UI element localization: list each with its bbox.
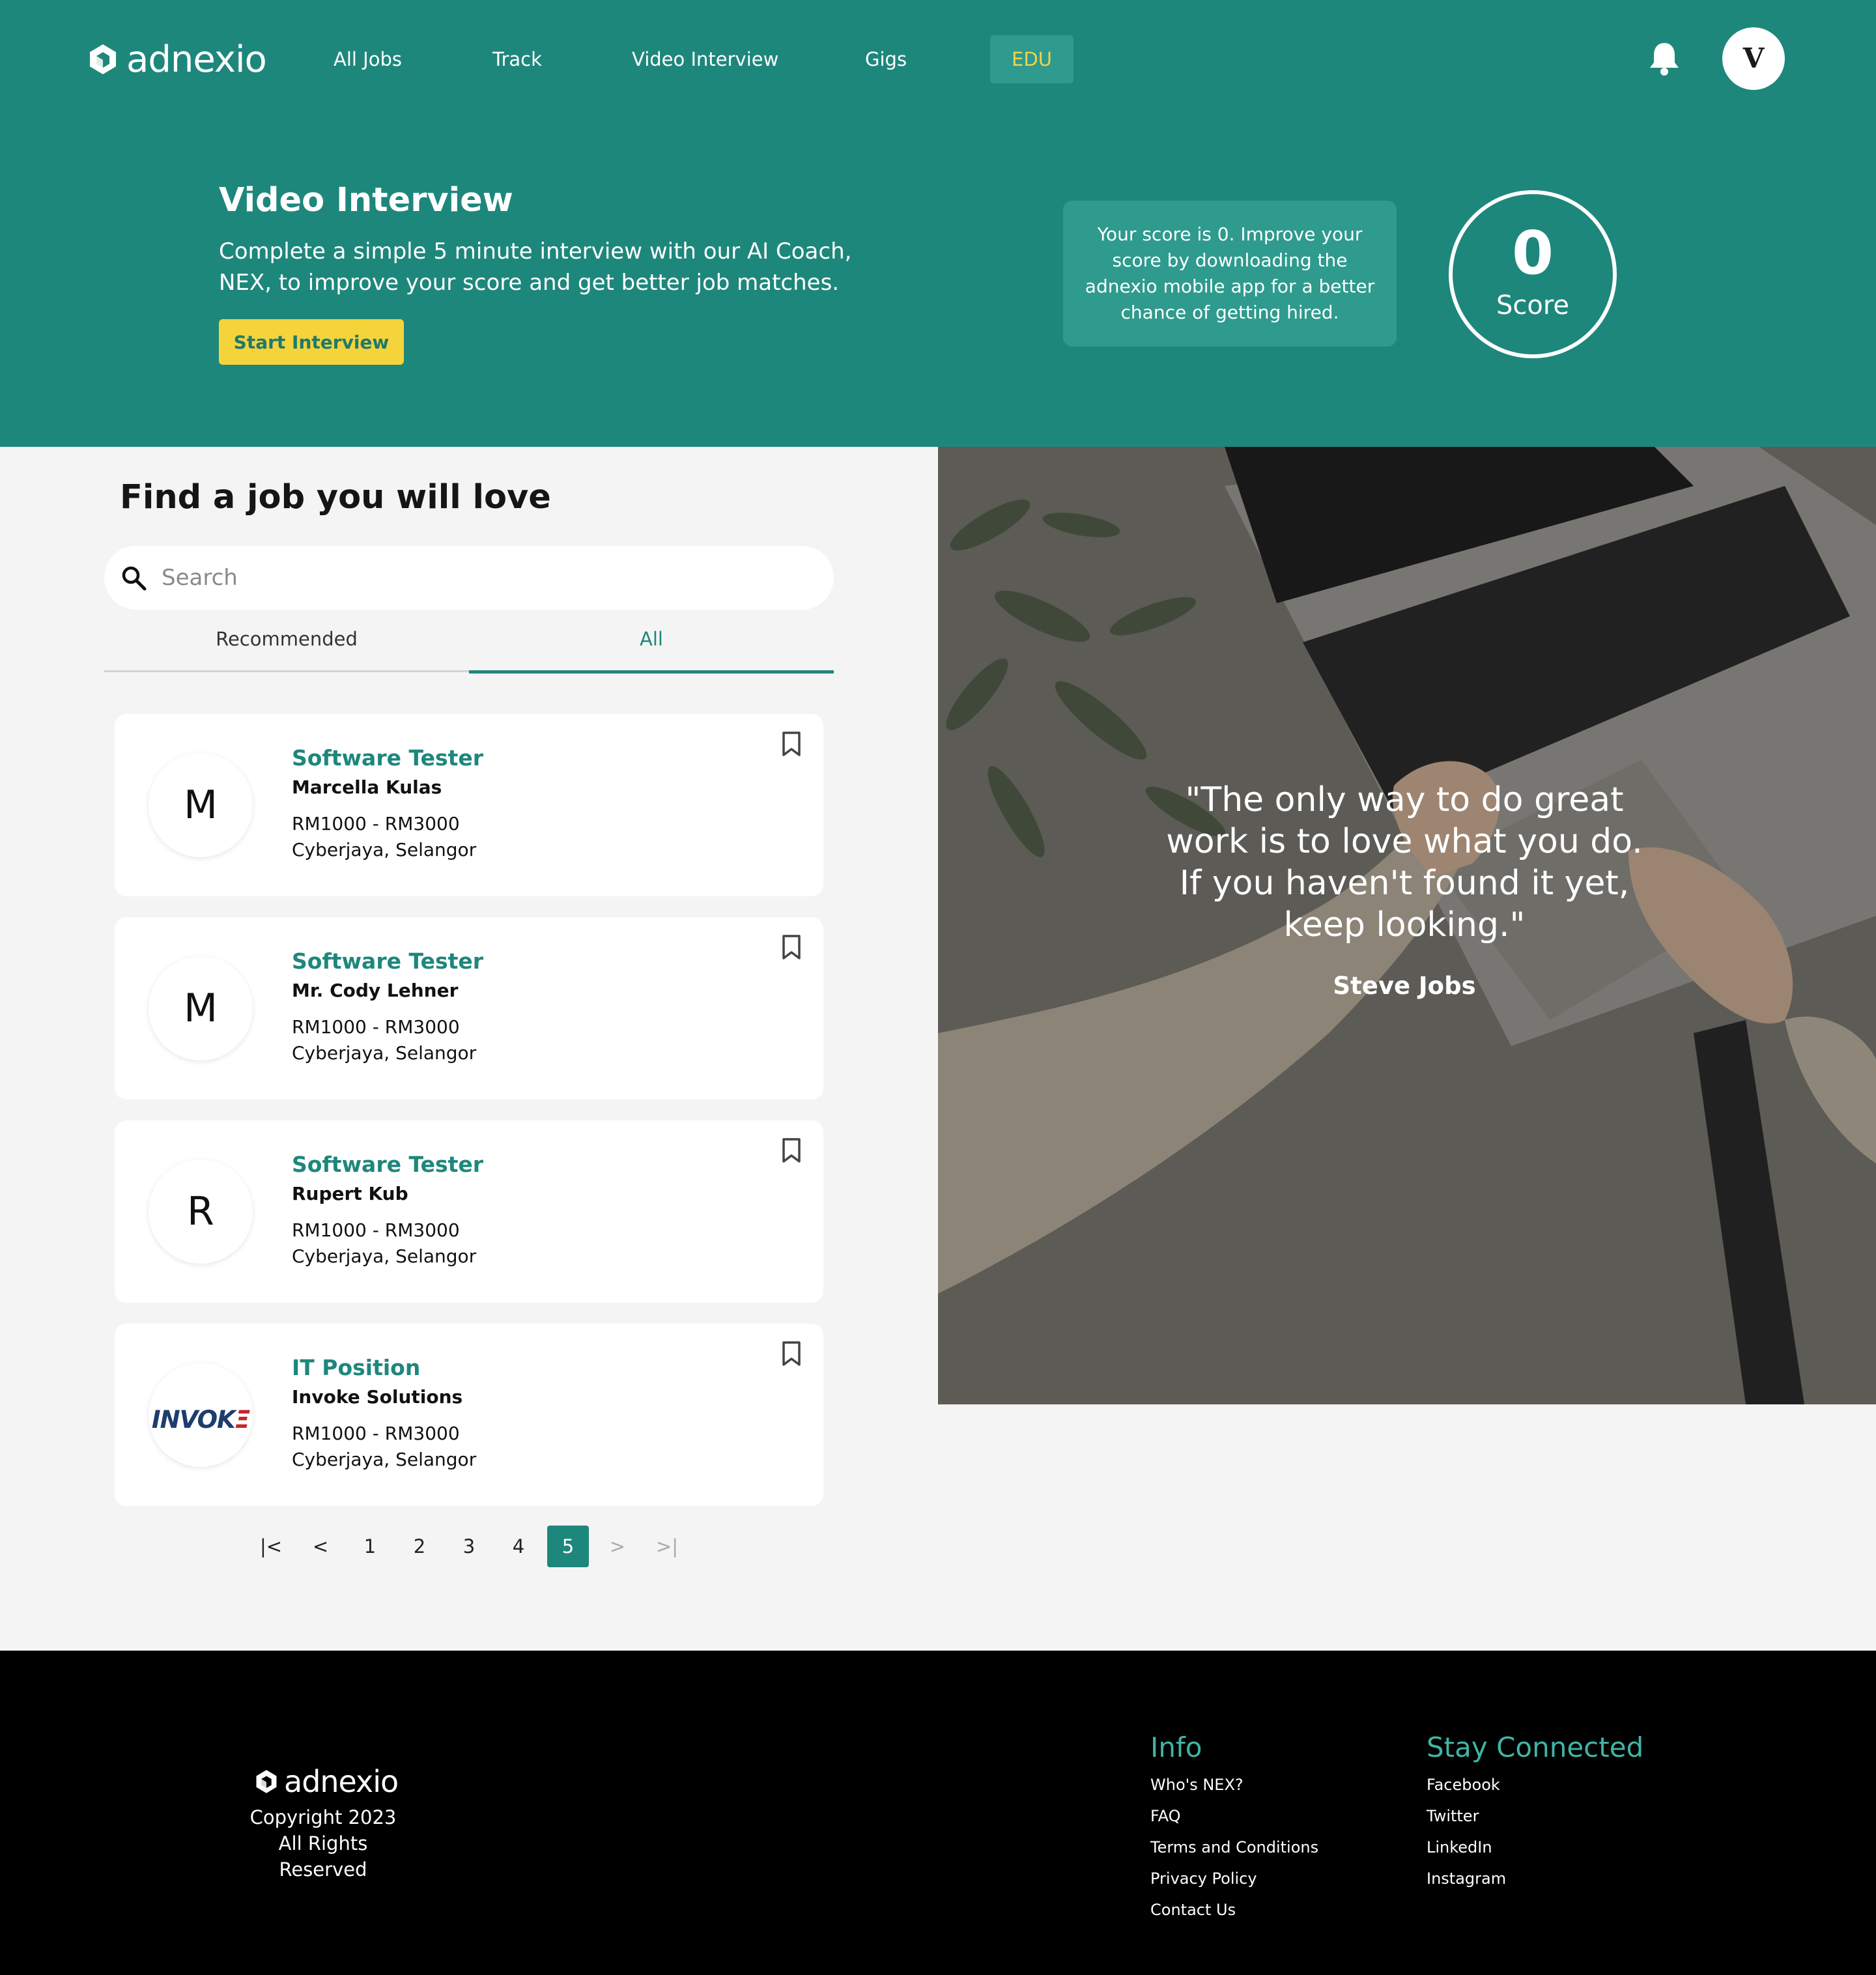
page-button[interactable]: 1: [349, 1526, 391, 1567]
bookmark-icon[interactable]: [780, 934, 803, 960]
bookmark-icon[interactable]: [780, 1137, 803, 1163]
score-label: Score: [1496, 291, 1570, 320]
tab-recommended[interactable]: Recommended: [104, 619, 469, 672]
start-interview-button[interactable]: Start Interview: [219, 319, 404, 365]
footer-link-instagram[interactable]: Instagram: [1427, 1869, 1506, 1888]
score-note: Your score is 0. Improve your score by d…: [1063, 201, 1397, 347]
footer-link-faq[interactable]: FAQ: [1150, 1807, 1181, 1825]
job-salary: RM1000 - RM3000: [292, 1423, 460, 1444]
nav-track[interactable]: Track: [492, 35, 542, 83]
bell-icon[interactable]: [1648, 40, 1681, 77]
job-salary: RM1000 - RM3000: [292, 813, 460, 834]
job-salary: RM1000 - RM3000: [292, 1016, 460, 1038]
quote-author: Steve Jobs: [1333, 972, 1476, 1000]
footer-connect-title: Stay Connected: [1427, 1731, 1644, 1763]
job-card[interactable]: INVOKΞ IT Position Invoke Solutions RM10…: [115, 1324, 823, 1506]
footer-link-twitter[interactable]: Twitter: [1427, 1807, 1479, 1825]
video-interview-description: Complete a simple 5 minute interview wit…: [219, 238, 852, 296]
page-button[interactable]: 3: [448, 1526, 490, 1567]
search-icon: [120, 564, 149, 593]
footer-link-contact[interactable]: Contact Us: [1150, 1901, 1236, 1919]
first-page-button[interactable]: |<: [250, 1526, 292, 1567]
copyright-year: Copyright 2023: [249, 1806, 397, 1828]
job-title[interactable]: IT Position: [292, 1355, 420, 1380]
job-card[interactable]: R Software Tester Rupert Kub RM1000 - RM…: [115, 1120, 823, 1303]
footer-link-terms[interactable]: Terms and Conditions: [1150, 1838, 1318, 1856]
score-value: 0: [1511, 218, 1554, 288]
job-tabs: Recommended All: [104, 619, 834, 674]
job-location: Cyberjaya, Selangor: [292, 1042, 477, 1064]
next-page-button[interactable]: >: [597, 1526, 638, 1567]
footer-link-facebook[interactable]: Facebook: [1427, 1776, 1500, 1794]
company-avatar: M: [149, 956, 253, 1060]
logo-mark-icon: [255, 1769, 277, 1795]
search-input[interactable]: [160, 546, 812, 610]
find-job-title: Find a job you will love: [120, 478, 551, 517]
user-avatar[interactable]: V: [1722, 27, 1785, 90]
footer-brand-name: adnexio: [284, 1764, 399, 1799]
job-title[interactable]: Software Tester: [292, 745, 483, 771]
pagination: |< < 1 2 3 4 5 > >|: [250, 1526, 693, 1567]
bookmark-icon[interactable]: [780, 1341, 803, 1367]
search-bar[interactable]: [104, 546, 834, 610]
job-company: Rupert Kub: [292, 1183, 408, 1204]
header: adnexio All Jobs Track Video Interview G…: [0, 0, 1876, 447]
company-logo: INVOKΞ: [149, 1363, 253, 1467]
job-title[interactable]: Software Tester: [292, 1152, 483, 1177]
score-badge: 0 Score: [1449, 190, 1617, 358]
job-title[interactable]: Software Tester: [292, 948, 483, 974]
nav-video-interview[interactable]: Video Interview: [632, 35, 778, 83]
quote-panel: "The only way to do great work is to lov…: [938, 447, 1876, 1404]
prev-page-button[interactable]: <: [300, 1526, 341, 1567]
company-avatar: M: [149, 753, 253, 857]
job-location: Cyberjaya, Selangor: [292, 839, 477, 860]
quote-text: "The only way to do great work is to lov…: [1166, 780, 1643, 945]
last-page-button[interactable]: >|: [646, 1526, 688, 1567]
footer: adnexio Copyright 2023 All Rights Reserv…: [0, 1651, 1876, 1975]
nav-all-jobs[interactable]: All Jobs: [334, 35, 402, 83]
footer-logo[interactable]: adnexio: [255, 1764, 399, 1799]
copyright: Copyright 2023 All Rights Reserved: [234, 1804, 412, 1883]
bookmark-icon[interactable]: [780, 731, 803, 757]
tab-all[interactable]: All: [469, 619, 834, 674]
page-button[interactable]: 4: [498, 1526, 539, 1567]
job-salary: RM1000 - RM3000: [292, 1219, 460, 1241]
footer-link-whos-nex[interactable]: Who's NEX?: [1150, 1776, 1244, 1794]
invoke-logo: INVOKΞ: [151, 1406, 250, 1434]
nav-gigs[interactable]: Gigs: [865, 35, 907, 83]
page-button[interactable]: 2: [399, 1526, 440, 1567]
company-avatar: R: [149, 1159, 253, 1264]
footer-link-privacy[interactable]: Privacy Policy: [1150, 1869, 1257, 1888]
job-card[interactable]: M Software Tester Marcella Kulas RM1000 …: [115, 714, 823, 896]
nav-edu[interactable]: EDU: [990, 35, 1073, 83]
job-company: Mr. Cody Lehner: [292, 980, 459, 1001]
job-location: Cyberjaya, Selangor: [292, 1449, 477, 1470]
video-interview-title: Video Interview: [219, 181, 513, 220]
job-card[interactable]: M Software Tester Mr. Cody Lehner RM1000…: [115, 917, 823, 1100]
job-location: Cyberjaya, Selangor: [292, 1245, 477, 1267]
rights-reserved: All Rights Reserved: [278, 1832, 368, 1881]
main-nav: All Jobs Track Video Interview Gigs EDU: [0, 35, 1876, 83]
job-company: Invoke Solutions: [292, 1386, 463, 1408]
page-button-current[interactable]: 5: [547, 1526, 589, 1567]
job-company: Marcella Kulas: [292, 776, 442, 798]
footer-info-title: Info: [1150, 1731, 1202, 1763]
footer-link-linkedin[interactable]: LinkedIn: [1427, 1838, 1492, 1856]
